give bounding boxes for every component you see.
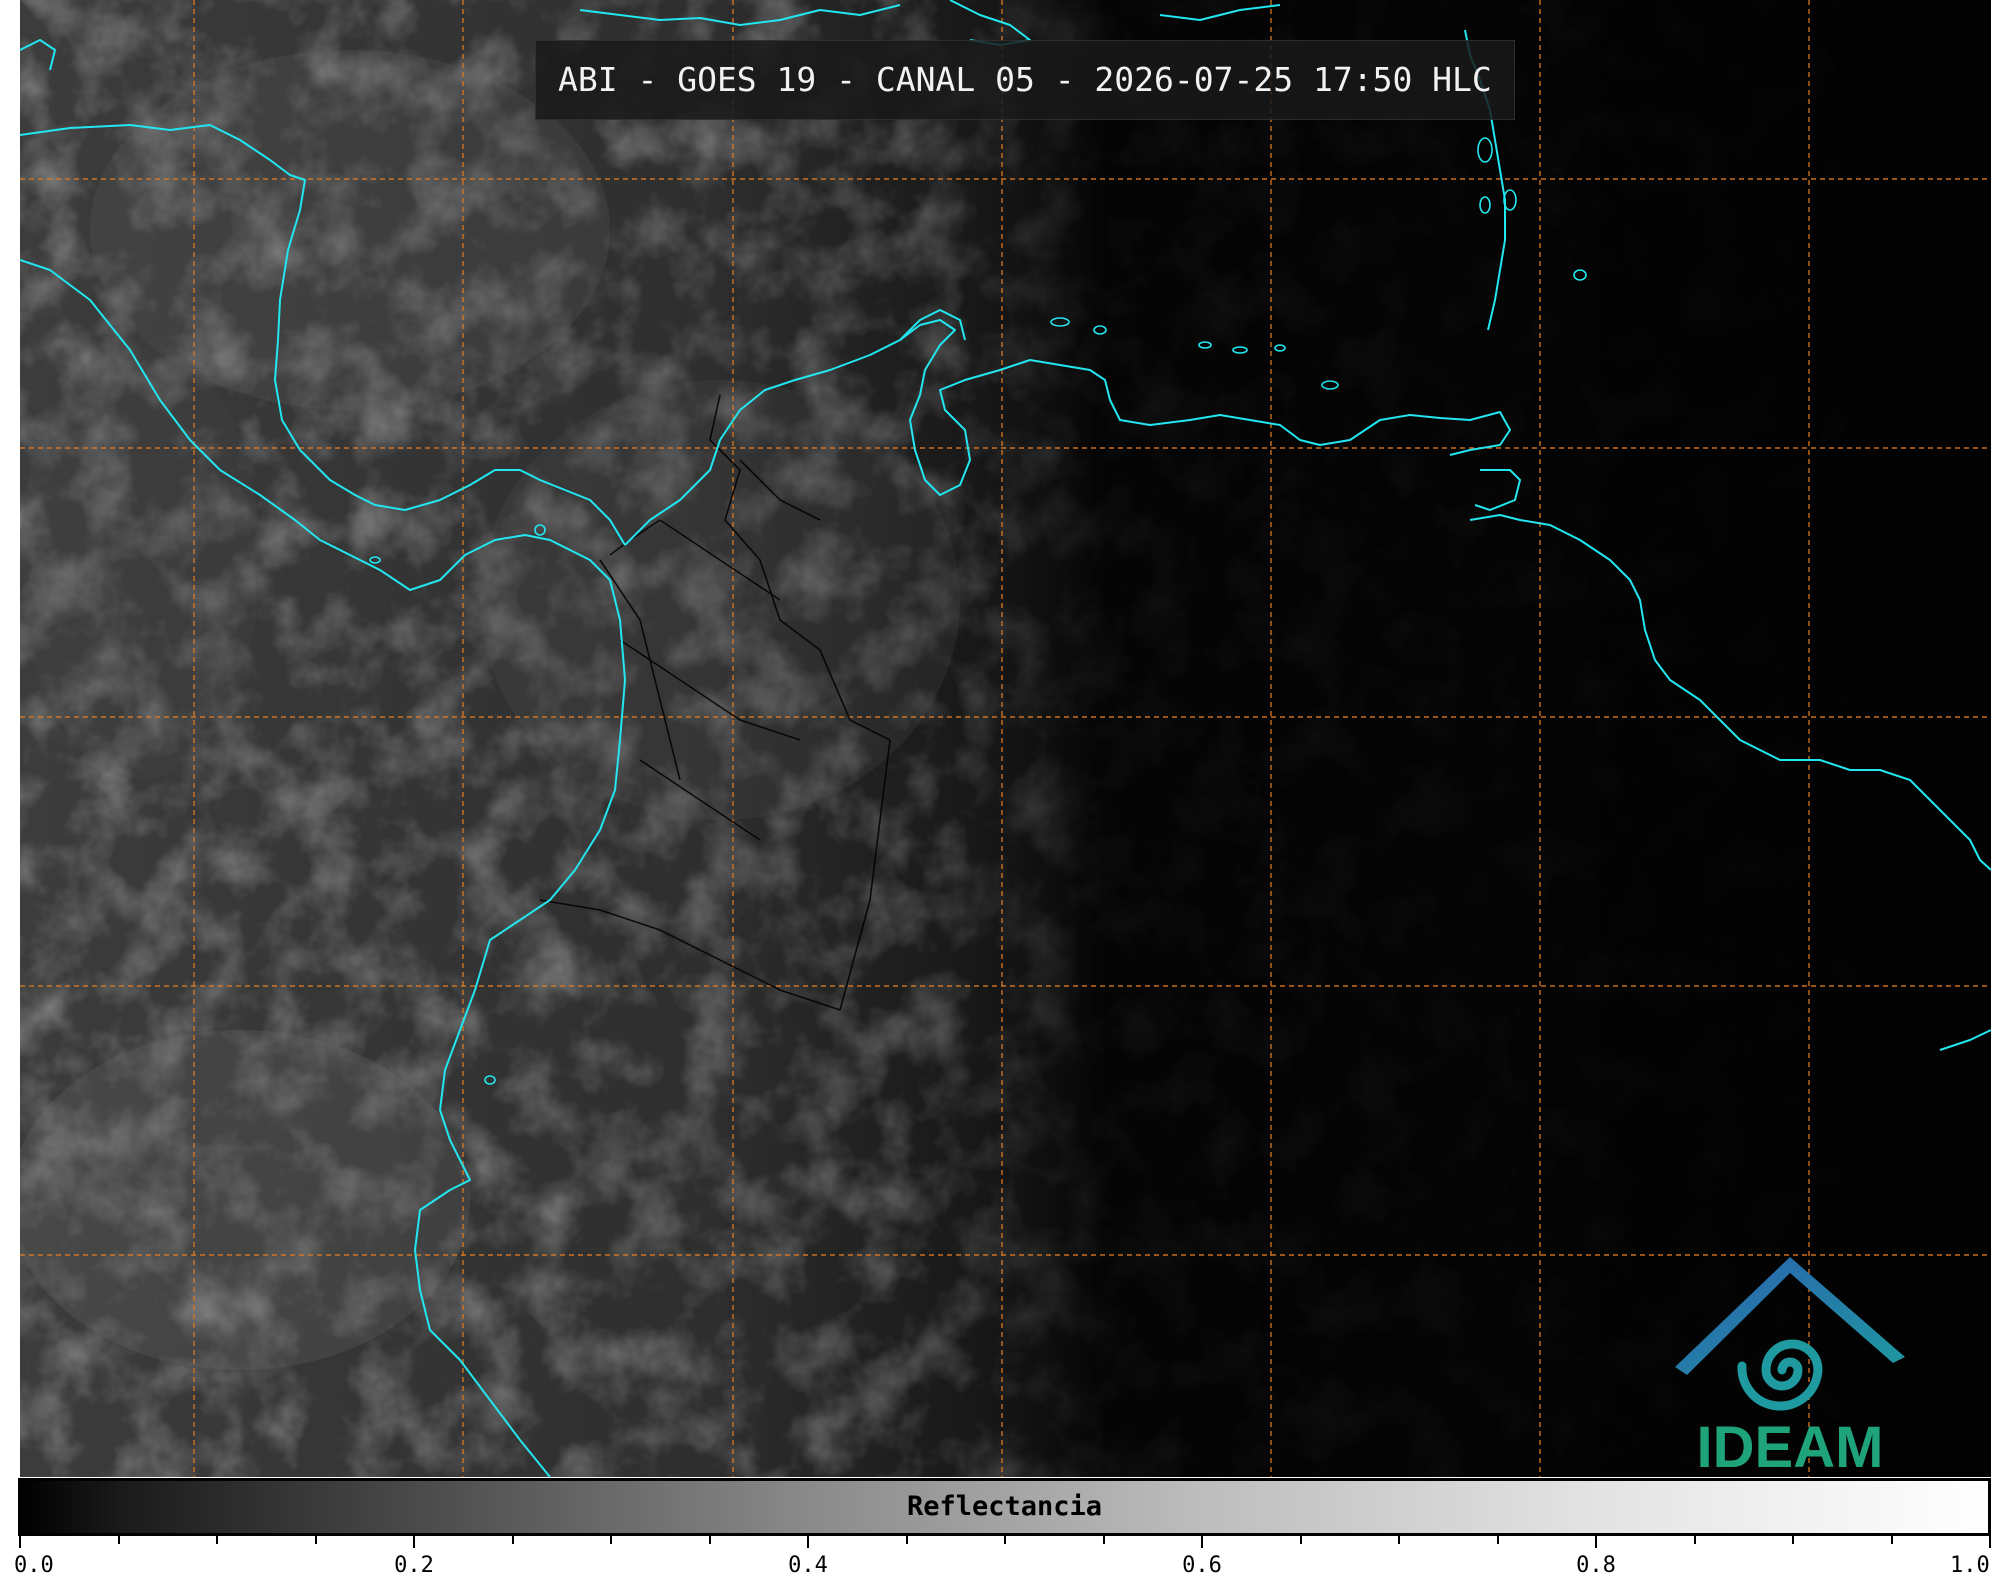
colorbar-minor-tick <box>1299 1536 1302 1544</box>
colorbar-major-tick <box>807 1536 809 1548</box>
colorbar-tick-label: 0.8 <box>1576 1553 1616 1578</box>
satellite-map[interactable]: ABI - GOES 19 - CANAL 05 - 2026-07-25 17… <box>20 0 1991 1477</box>
colorbar-label: Reflectancia <box>906 1491 1103 1522</box>
cloud-mass-west <box>20 340 260 780</box>
colorbar-major-tick <box>1595 1536 1597 1548</box>
colorbar: Reflectancia <box>18 1478 1991 1536</box>
colorbar-tick-label: 0.2 <box>394 1553 434 1578</box>
colorbar-major-tick <box>413 1536 415 1548</box>
logo-roof <box>1675 1257 1905 1375</box>
colorbar-minor-tick <box>314 1536 317 1544</box>
colorbar-tick-label: 0.0 <box>14 1553 54 1578</box>
colorbar-minor-tick <box>905 1536 908 1544</box>
ideam-logo: IDEAM <box>1675 1257 1905 1475</box>
logo-text: IDEAM <box>1697 1415 1884 1475</box>
colorbar-tick-label: 0.6 <box>1182 1553 1222 1578</box>
colorbar-major-tick <box>19 1536 21 1548</box>
colorbar-minor-tick <box>1693 1536 1696 1544</box>
colorbar-minor-tick <box>216 1536 218 1544</box>
colorbar-major-tick <box>1201 1536 1203 1548</box>
map-title: ABI - GOES 19 - CANAL 05 - 2026-07-25 17… <box>535 40 1515 120</box>
colorbar-minor-tick <box>708 1536 711 1544</box>
colorbar-minor-tick <box>1102 1536 1105 1544</box>
colorbar-minor-tick <box>1890 1536 1893 1544</box>
colorbar-minor-tick <box>610 1536 612 1544</box>
logo-swirl <box>1737 1339 1823 1411</box>
colorbar-tick-label: 1.0 <box>1950 1553 1990 1578</box>
colorbar-minor-tick <box>1496 1536 1499 1544</box>
colorbar-minor-tick <box>1004 1536 1006 1544</box>
colorbar-minor-tick <box>1398 1536 1400 1544</box>
colorbar-minor-tick <box>1792 1536 1794 1544</box>
colorbar-minor-tick <box>117 1536 120 1544</box>
colorbar-tick-label: 0.4 <box>788 1553 828 1578</box>
colorbar-minor-tick <box>511 1536 514 1544</box>
colorbar-major-tick <box>1989 1536 1991 1548</box>
cloud-mass-southwest <box>20 1030 470 1370</box>
